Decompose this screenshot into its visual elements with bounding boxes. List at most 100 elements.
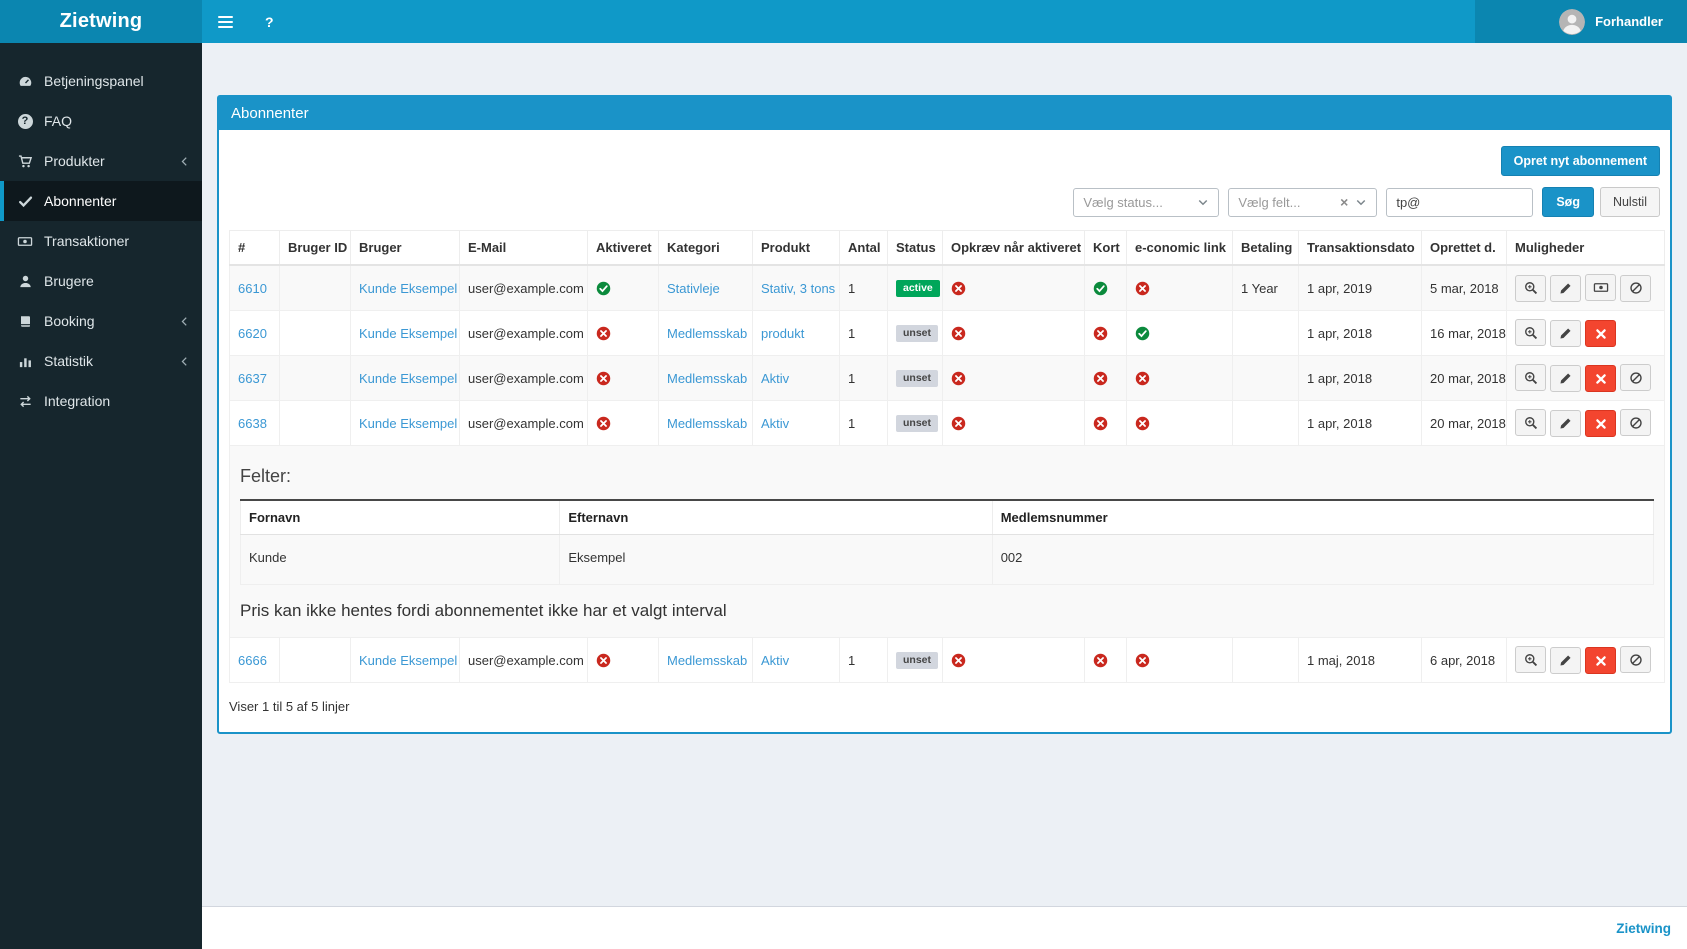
- cell-betaling: [1232, 400, 1299, 446]
- price-warning-message: Pris kan ikke hentes fordi abonnementet …: [240, 601, 727, 620]
- cell-kort: [1084, 400, 1127, 446]
- pencil-icon: [1559, 282, 1572, 295]
- help-button[interactable]: ?: [249, 0, 290, 43]
- status-filter-placeholder: Vælg status...: [1083, 194, 1163, 210]
- cell-bruger: Kunde Eksempel: [350, 264, 460, 311]
- id-link[interactable]: 6638: [238, 416, 267, 431]
- kategori-link[interactable]: Medlemsskab: [667, 371, 747, 386]
- sidebar-item-abonnenter[interactable]: Abonnenter: [0, 181, 202, 221]
- edit-button[interactable]: [1550, 409, 1581, 437]
- kategori-link[interactable]: Medlemsskab: [667, 326, 747, 341]
- produkt-link[interactable]: Aktiv: [761, 416, 789, 431]
- sidebar-item-booking[interactable]: Booking: [0, 301, 202, 341]
- sidebar-toggle-button[interactable]: [202, 0, 249, 43]
- cell-status: active: [887, 264, 943, 311]
- block-button[interactable]: [1620, 274, 1651, 302]
- inspect-button[interactable]: [1515, 319, 1546, 346]
- status-badge: unset: [896, 325, 939, 342]
- sidebar-item-label: FAQ: [44, 113, 73, 129]
- cell-id: 6620: [229, 310, 280, 356]
- x-circle-icon: [1093, 416, 1108, 431]
- sidebar-item-faq[interactable]: ? FAQ: [0, 101, 202, 141]
- dashboard-icon: [15, 74, 35, 89]
- search-button[interactable]: Søg: [1542, 187, 1594, 217]
- reset-button[interactable]: Nulstil: [1599, 187, 1660, 217]
- bruger-link[interactable]: Kunde Eksempel: [359, 416, 457, 431]
- detail-row: Felter: Fornavn Efternavn Medlemsnummer Kund…: [229, 445, 1665, 638]
- x-icon: [1595, 373, 1607, 385]
- cell-email: user@example.com: [459, 637, 588, 683]
- cell-kategori: Stativleje: [658, 264, 753, 311]
- bruger-link[interactable]: Kunde Eksempel: [359, 653, 457, 668]
- cell-oprettet: 20 mar, 2018: [1421, 400, 1507, 446]
- delete-button[interactable]: [1585, 320, 1616, 347]
- kategori-link[interactable]: Stativleje: [667, 281, 720, 296]
- status-badge: active: [896, 280, 940, 297]
- produkt-link[interactable]: Aktiv: [761, 371, 789, 386]
- sidebar-item-produkter[interactable]: Produkter: [0, 141, 202, 181]
- cell-transaktionsdato: 1 apr, 2018: [1298, 400, 1422, 446]
- cell-produkt: Aktiv: [752, 400, 840, 446]
- edit-button[interactable]: [1550, 275, 1581, 302]
- inspect-button[interactable]: [1515, 409, 1546, 436]
- column-header-transaktionsdato: Transaktionsdato: [1298, 230, 1422, 266]
- produkt-link[interactable]: produkt: [761, 326, 804, 341]
- x-icon: [1595, 418, 1607, 430]
- abonnenter-panel: Abonnenter Opret nyt abonnement Vælg sta…: [217, 95, 1672, 734]
- sidebar-item-statistik[interactable]: Statistik: [0, 341, 202, 381]
- bruger-link[interactable]: Kunde Eksempel: [359, 371, 457, 386]
- user-menu[interactable]: Forhandler: [1475, 0, 1687, 43]
- inspect-button[interactable]: [1515, 646, 1546, 673]
- kategori-link[interactable]: Medlemsskab: [667, 416, 747, 431]
- id-link[interactable]: 6620: [238, 326, 267, 341]
- chevron-down-icon: [1355, 196, 1367, 208]
- bruger-link[interactable]: Kunde Eksempel: [359, 281, 457, 296]
- status-filter-select[interactable]: Vælg status...: [1073, 187, 1220, 217]
- edit-button[interactable]: [1550, 319, 1581, 347]
- sidebar-item-brugere[interactable]: Brugere: [0, 261, 202, 301]
- sidebar-item-betjeningspanel[interactable]: Betjeningspanel: [0, 61, 202, 101]
- user-avatar-icon: [1559, 8, 1586, 35]
- column-header-bruger-id: Bruger ID: [279, 230, 351, 266]
- delete-button[interactable]: [1585, 647, 1616, 674]
- id-link[interactable]: 6610: [238, 281, 267, 296]
- table-row: 6610 Kunde Eksempel user@example.com Stativ…: [229, 264, 1665, 311]
- cell-economic: [1126, 264, 1233, 311]
- brand-logo[interactable]: Zietwing: [0, 0, 202, 43]
- sidebar-item-integration[interactable]: Integration: [0, 381, 202, 421]
- inspect-button[interactable]: [1515, 364, 1546, 391]
- clear-x-icon[interactable]: ×: [1340, 195, 1348, 209]
- sidebar-item-label: Transaktioner: [44, 233, 130, 249]
- produkt-link[interactable]: Stativ, 3 tons: [761, 281, 835, 296]
- payment-button[interactable]: [1585, 274, 1616, 301]
- block-button[interactable]: [1620, 646, 1651, 673]
- produkt-link[interactable]: Aktiv: [761, 653, 789, 668]
- panel-body: Opret nyt abonnement Vælg status... Vælg…: [219, 130, 1670, 732]
- cell-betaling: [1232, 637, 1299, 683]
- sidebar-item-transaktioner[interactable]: Transaktioner: [0, 221, 202, 261]
- id-link[interactable]: 6637: [238, 371, 267, 386]
- delete-button[interactable]: [1585, 410, 1616, 437]
- id-link[interactable]: 6666: [238, 653, 267, 668]
- check-circle-icon: [596, 281, 611, 296]
- sidebar-item-label: Booking: [44, 313, 95, 329]
- block-button[interactable]: [1620, 364, 1651, 391]
- delete-button[interactable]: [1585, 365, 1616, 392]
- ban-icon: [1629, 416, 1643, 430]
- cell-produkt: Stativ, 3 tons: [752, 264, 840, 311]
- cell-email: user@example.com: [459, 310, 588, 356]
- magnifier-plus-icon: [1524, 416, 1538, 430]
- field-filter-select[interactable]: Vælg felt... ×: [1228, 187, 1378, 217]
- inspect-button[interactable]: [1515, 274, 1546, 302]
- search-input[interactable]: [1386, 187, 1534, 217]
- edit-button[interactable]: [1550, 364, 1581, 392]
- footer-brand-link[interactable]: Zietwing: [1616, 921, 1671, 936]
- create-subscription-button[interactable]: Opret nyt abonnement: [1500, 146, 1660, 176]
- bruger-link[interactable]: Kunde Eksempel: [359, 326, 457, 341]
- kategori-link[interactable]: Medlemsskab: [667, 653, 747, 668]
- block-button[interactable]: [1620, 409, 1651, 436]
- x-circle-icon: [1135, 416, 1150, 431]
- cell-opkraev: [942, 310, 1085, 356]
- edit-button[interactable]: [1550, 646, 1581, 674]
- x-circle-icon: [1135, 653, 1150, 668]
